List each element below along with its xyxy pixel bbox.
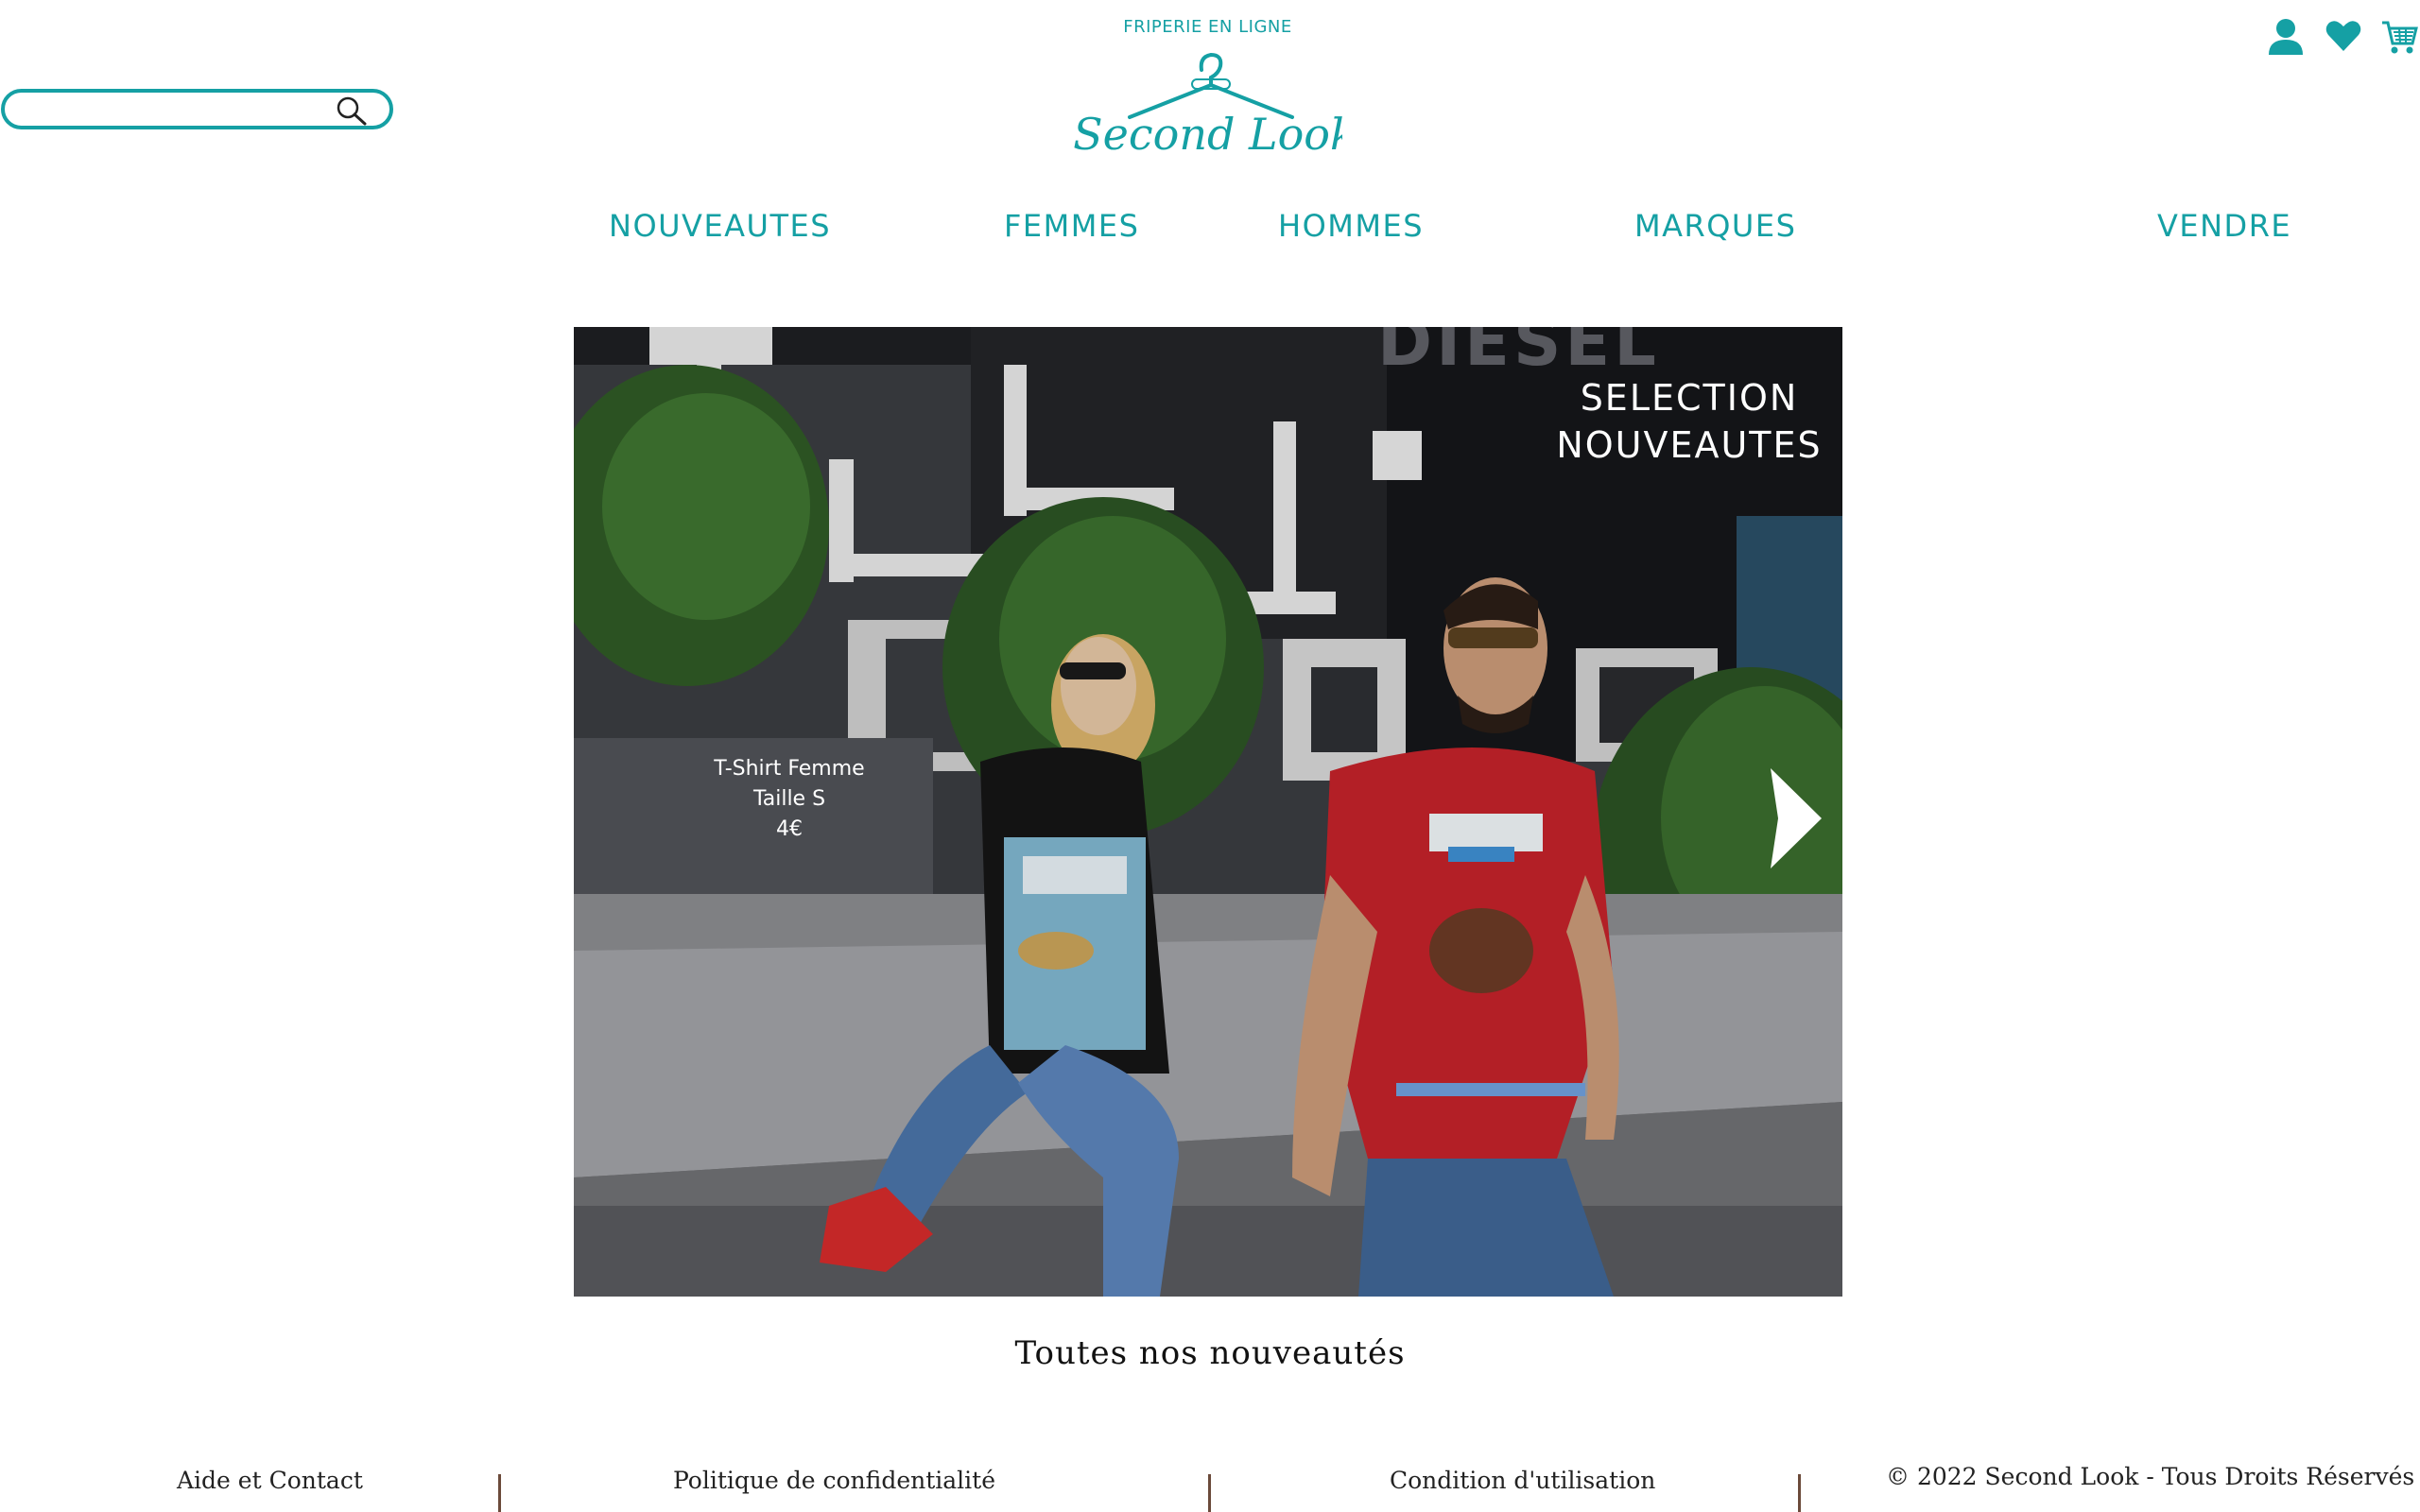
footer-terms[interactable]: Condition d'utilisation xyxy=(1390,1467,1655,1494)
footer-divider xyxy=(1208,1474,1211,1512)
product-price: 4€ xyxy=(776,817,803,841)
nav-vendre[interactable]: VENDRE xyxy=(2157,208,2291,244)
hero-title: SELECTION NOUVEAUTES xyxy=(1443,374,1842,469)
product-name: T-Shirt Femme xyxy=(714,757,865,781)
nav-marques[interactable]: MARQUES xyxy=(1634,208,1796,244)
cart-icon[interactable] xyxy=(2380,19,2418,57)
logo-text: Second Look xyxy=(1073,109,1342,160)
footer-help-contact[interactable]: Aide et Contact xyxy=(177,1467,363,1494)
site-tagline: FRIPERIE EN LIGNE xyxy=(1123,17,1292,37)
footer-divider xyxy=(1798,1474,1801,1512)
user-icon[interactable] xyxy=(2267,17,2305,57)
product-size: Taille S xyxy=(752,787,826,811)
nav-hommes[interactable]: HOMMES xyxy=(1278,208,1424,244)
footer-privacy[interactable]: Politique de confidentialité xyxy=(673,1467,995,1494)
chevron-right-icon[interactable] xyxy=(1763,766,1829,870)
all-new-arrivals-link[interactable]: Toutes nos nouveautés xyxy=(945,1334,1475,1372)
site-logo[interactable]: Second Look xyxy=(1073,38,1342,165)
heart-icon[interactable] xyxy=(2325,19,2361,53)
product-caption[interactable]: T-Shirt Femme Taille S 4€ xyxy=(676,754,903,845)
copyright-text: © 2022 Second Look - Tous Droits Réservé… xyxy=(1886,1463,2415,1490)
footer-divider xyxy=(498,1474,501,1512)
nav-femmes[interactable]: FEMMES xyxy=(1004,208,1139,244)
hero-title-line2: NOUVEAUTES xyxy=(1556,424,1823,466)
search-icon[interactable] xyxy=(335,94,369,127)
hero-title-line1: SELECTION xyxy=(1580,377,1799,419)
hero-banner[interactable]: DIESEL SELECTION NOUVEAUTES T-Shirt Femm… xyxy=(574,327,1842,1297)
nav-nouveautes[interactable]: NOUVEAUTES xyxy=(609,208,831,244)
